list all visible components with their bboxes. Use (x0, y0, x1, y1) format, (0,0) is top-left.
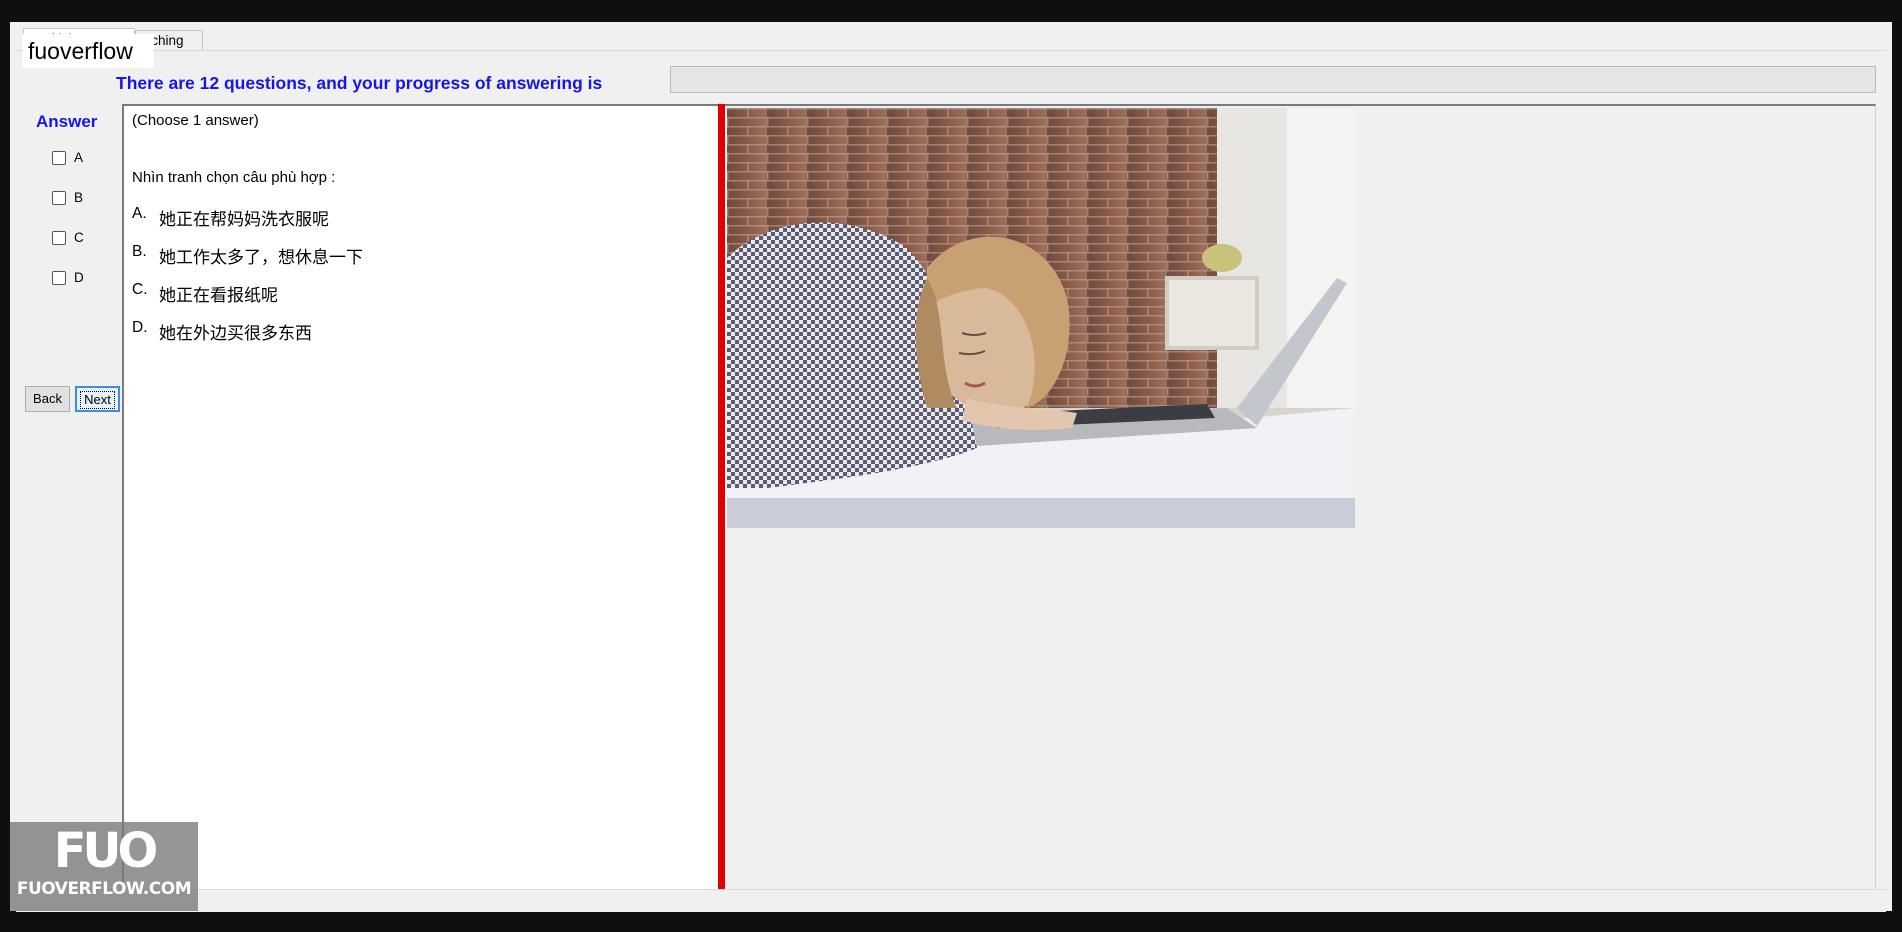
choice-b: B. 她工作太多了，想休息一下 (132, 243, 363, 268)
checkbox-b[interactable] (52, 190, 66, 205)
progress-label: There are 12 questions, and your progres… (116, 73, 603, 93)
watermark-logo-mark: FUO (53, 823, 159, 879)
choice-text: 她正在看报纸呢 (159, 286, 278, 305)
choice-letter: C. (132, 281, 148, 298)
checkbox-a[interactable] (52, 150, 66, 165)
question-photo (727, 108, 1355, 528)
answer-option-c[interactable]: C (52, 230, 84, 245)
choice-d: D. 她在外边买很多东西 (132, 319, 312, 344)
choice-letter: B. (132, 243, 147, 260)
answer-option-a[interactable]: A (52, 150, 83, 165)
answer-title: Answer (36, 112, 98, 131)
choice-text: 她正在帮妈妈洗衣服呢 (159, 210, 329, 229)
back-button[interactable]: Back (25, 386, 70, 412)
next-button[interactable]: Next (75, 386, 120, 412)
app-window: Multiple Choices atching fuoverflow Ther… (10, 22, 1892, 912)
choice-text: 她在外边买很多东西 (159, 324, 312, 343)
choice-a: A. 她正在帮妈妈洗衣服呢 (132, 205, 329, 230)
question-prompt: Nhìn tranh chọn câu phù hợp : (132, 169, 336, 186)
answer-option-d[interactable]: D (52, 270, 84, 285)
answer-option-label: D (74, 270, 84, 285)
choice-letter: A. (132, 205, 147, 222)
question-panel: (Choose 1 answer) Nhìn tranh chọn câu ph… (122, 104, 728, 889)
watermark-site: FUOVERFLOW.COM (16, 879, 192, 899)
checkbox-c[interactable] (52, 230, 66, 245)
watermark-logo: FUO FUOVERFLOW.COM (10, 822, 198, 911)
panel-splitter[interactable] (718, 104, 725, 889)
checkbox-d[interactable] (52, 270, 66, 285)
status-strip (16, 889, 1886, 912)
answer-option-label: C (74, 230, 84, 245)
answer-option-label: A (74, 150, 84, 165)
question-instruction: (Choose 1 answer) (132, 112, 259, 129)
image-panel (725, 104, 1876, 889)
brand-overlay: fuoverflow (22, 34, 154, 68)
progress-bar (670, 66, 1876, 93)
choice-text: 她工作太多了，想休息一下 (159, 248, 363, 267)
tab-divider (16, 50, 1886, 51)
choice-c: C. 她正在看报纸呢 (132, 281, 278, 306)
choice-letter: D. (132, 319, 148, 336)
next-button-label: Next (80, 391, 115, 409)
answer-option-label: B (74, 190, 84, 205)
answer-option-b[interactable]: B (52, 190, 83, 205)
